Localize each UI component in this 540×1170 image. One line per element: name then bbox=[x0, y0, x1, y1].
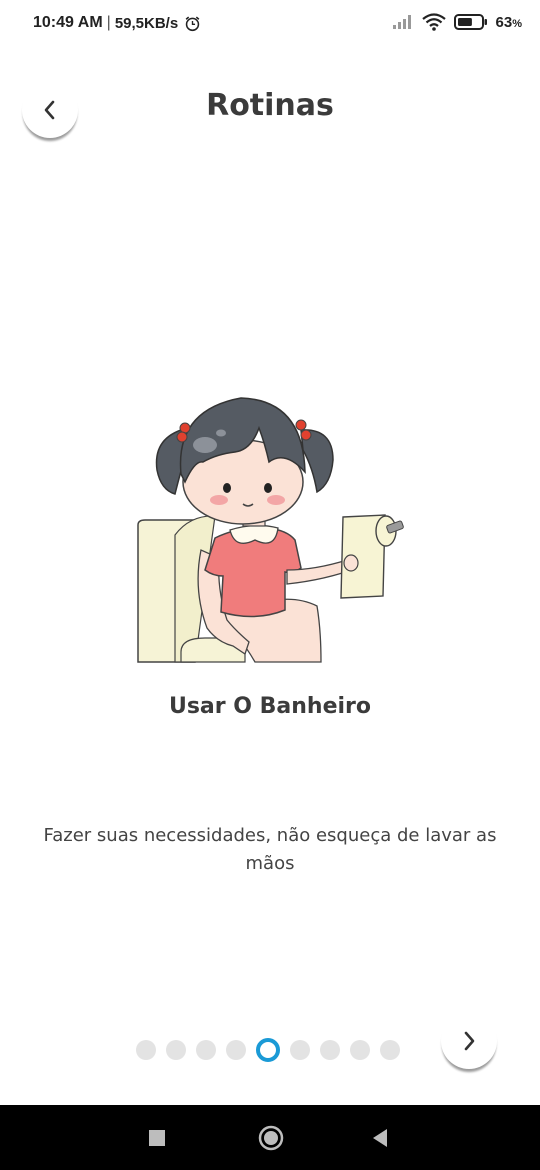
signal-icon bbox=[392, 15, 411, 29]
routine-description: Fazer suas necessidades, não esqueça de … bbox=[43, 825, 497, 874]
network-speed: 59,5KB/s bbox=[114, 14, 179, 32]
pagination-dot[interactable] bbox=[226, 1040, 246, 1060]
battery-percent-value: 63 bbox=[495, 13, 513, 31]
pagination-dot-active[interactable] bbox=[256, 1038, 280, 1062]
pagination-dot[interactable] bbox=[290, 1040, 310, 1060]
status-right: 63% bbox=[392, 13, 522, 31]
battery-percent: 63% bbox=[496, 14, 522, 31]
girl-on-toilet-illustration bbox=[137, 397, 404, 663]
battery-percent-sign: % bbox=[512, 17, 522, 30]
battery-level-fill bbox=[457, 18, 472, 26]
alarm-icon bbox=[185, 16, 200, 31]
pagination-dots bbox=[136, 1038, 400, 1062]
battery-icon bbox=[453, 14, 487, 30]
status-bar: 10:49 AM | 59,5KB/s 63% bbox=[0, 0, 540, 52]
page-title: Rotinas bbox=[206, 88, 334, 123]
recent-apps-icon[interactable] bbox=[148, 1129, 166, 1147]
pagination-dot[interactable] bbox=[136, 1040, 156, 1060]
routine-title: Usar O Banheiro bbox=[168, 694, 372, 719]
pagination-dot[interactable] bbox=[320, 1040, 340, 1060]
wifi-icon bbox=[421, 13, 446, 31]
status-separator: | bbox=[106, 14, 111, 31]
pagination-dot[interactable] bbox=[380, 1040, 400, 1060]
back-triangle-icon[interactable] bbox=[371, 1128, 389, 1148]
chevron-right-icon bbox=[464, 1031, 475, 1051]
navigation-bar bbox=[0, 1105, 540, 1170]
status-left: 10:49 AM | 59,5KB/s bbox=[33, 14, 201, 32]
next-button[interactable] bbox=[441, 1013, 497, 1069]
pagination-dot[interactable] bbox=[166, 1040, 186, 1060]
status-time: 10:49 AM bbox=[33, 14, 103, 31]
pagination-dot[interactable] bbox=[196, 1040, 216, 1060]
pagination-dot[interactable] bbox=[350, 1040, 370, 1060]
home-icon[interactable] bbox=[258, 1125, 284, 1151]
